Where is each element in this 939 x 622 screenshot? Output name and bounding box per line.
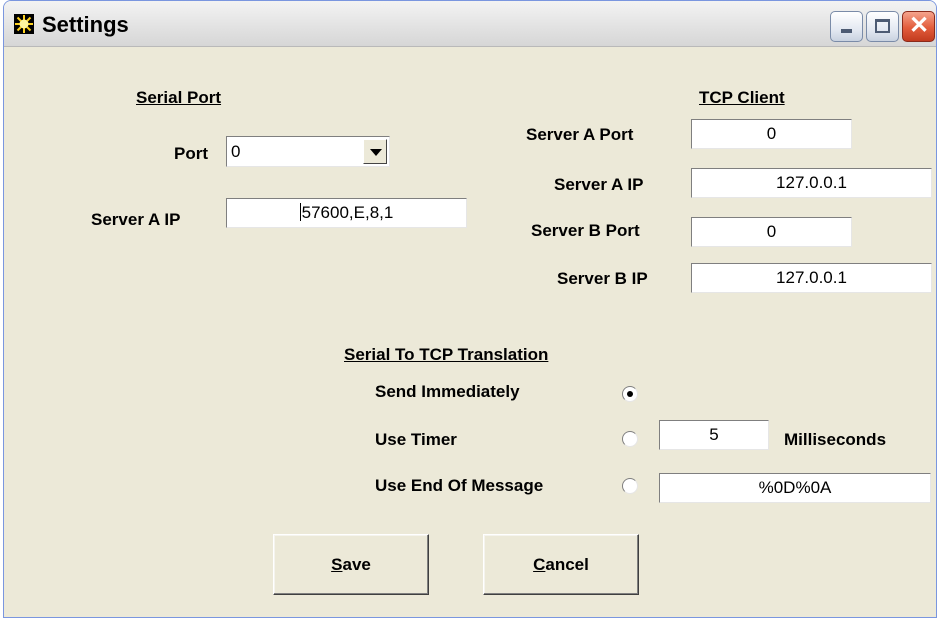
cancel-label-rest: ancel [545, 555, 589, 574]
use-eom-radio[interactable] [622, 478, 638, 494]
send-immediately-radio[interactable] [622, 386, 638, 402]
window-title: Settings [42, 12, 129, 37]
translation-heading: Serial To TCP Translation [344, 345, 549, 364]
maximize-button[interactable] [866, 11, 899, 42]
serial-port-heading: Serial Port [136, 88, 222, 107]
use-eom-label: Use End Of Message [375, 476, 544, 495]
serial-server-a-ip-value: 57600,E,8,1 [301, 203, 394, 222]
send-immediately-label: Send Immediately [375, 382, 520, 401]
tcp-server-a-ip-field[interactable]: 127.0.0.1 [691, 168, 932, 198]
tcp-server-a-ip-label: Server A IP [554, 175, 644, 194]
use-timer-label: Use Timer [375, 430, 457, 449]
timer-unit-label: Milliseconds [784, 430, 887, 449]
close-icon: ✕ [908, 12, 930, 39]
cancel-mnemonic: C [533, 555, 546, 574]
text-cursor [299, 203, 301, 221]
cancel-button[interactable]: Cancel [483, 534, 639, 595]
port-combobox[interactable]: 0 [226, 136, 390, 167]
minimize-button[interactable] [830, 11, 863, 42]
save-mnemonic: S [331, 555, 343, 574]
maximize-icon [875, 19, 890, 33]
serial-server-a-ip-label: Server A IP [91, 210, 181, 229]
eom-value-field[interactable]: %0D%0A [659, 473, 931, 503]
server-b-port-field[interactable]: 0 [691, 217, 852, 247]
port-label: Port [174, 144, 208, 163]
chevron-down-icon [370, 149, 382, 156]
server-b-port-label: Server B Port [531, 221, 640, 240]
serial-server-a-ip-field[interactable]: 57600,E,8,1 [226, 198, 467, 228]
radio-selected-dot [627, 391, 633, 397]
close-button[interactable]: ✕ [902, 11, 935, 42]
server-a-port-field[interactable]: 0 [691, 119, 852, 149]
port-value: 0 [231, 142, 241, 161]
settings-window: Settings ✕ Serial Port Port 0 Server A I… [3, 0, 937, 618]
timer-value-field[interactable]: 5 [659, 420, 769, 450]
save-label-rest: ave [342, 555, 371, 574]
tcp-client-heading: TCP Client [699, 88, 785, 107]
save-button[interactable]: Save [273, 534, 429, 595]
server-a-port-label: Server A Port [526, 125, 634, 144]
server-b-ip-field[interactable]: 127.0.0.1 [691, 263, 932, 293]
dialog-body: Serial Port Port 0 Server A IP 57600,E,8… [11, 47, 932, 613]
server-b-ip-label: Server B IP [557, 269, 648, 288]
use-timer-radio[interactable] [622, 431, 638, 447]
minimize-icon [841, 29, 852, 33]
title-bar[interactable]: Settings ✕ [4, 1, 936, 47]
sun-app-icon[interactable] [14, 14, 34, 34]
port-dropdown-button[interactable] [363, 139, 387, 164]
